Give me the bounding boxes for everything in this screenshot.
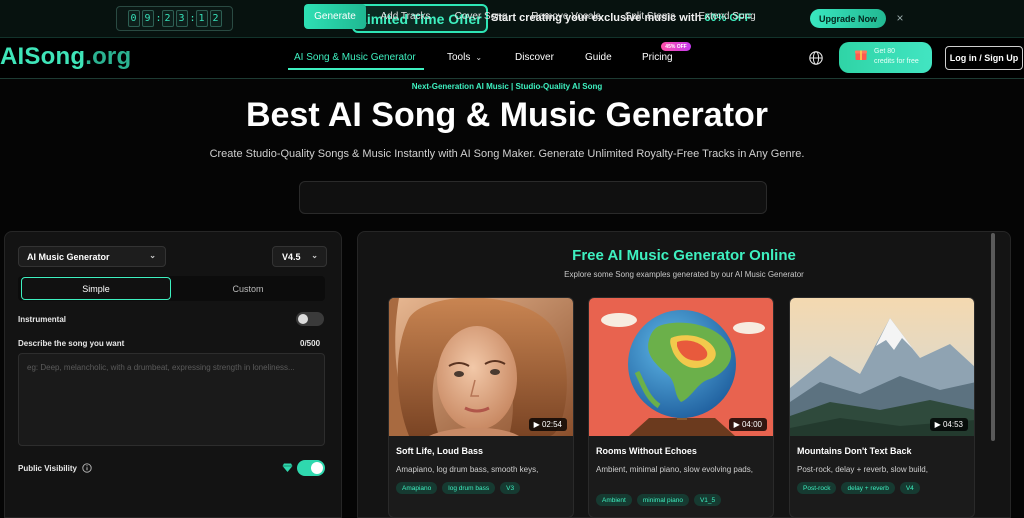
duration-badge: ▶ 04:53 <box>929 418 968 431</box>
timer-digit: 2 <box>209 10 222 27</box>
song-tag[interactable]: delay + reverb <box>841 482 895 494</box>
logo-main: AISong <box>0 43 86 70</box>
model-select[interactable]: AI Music Generator ⌄ <box>18 246 166 267</box>
instrumental-toggle[interactable] <box>296 312 324 326</box>
public-visibility-toggle[interactable] <box>297 460 325 476</box>
tag-list: Ambient minimal piano V1_5 <box>596 494 722 506</box>
timer-digit: 2 <box>161 10 174 27</box>
nav-item-ai-song-generator[interactable]: AI Song & Music Generator <box>294 52 416 63</box>
song-title: Mountains Don't Text Back <box>797 446 912 456</box>
visibility-label: Public Visibility <box>18 464 77 473</box>
examples-subtitle: Explore some Song examples generated by … <box>564 270 804 279</box>
login-signup-button[interactable]: Log in / Sign Up <box>945 46 1023 70</box>
instrumental-label: Instrumental <box>18 315 67 324</box>
timer-digit: 0 <box>127 10 140 27</box>
nav-item-tools-label: Tools <box>447 52 471 63</box>
pricing-discount-badge: 45% OFF <box>661 42 691 51</box>
nav-item-tools[interactable]: Tools ⌄ <box>447 52 482 63</box>
duration-value: 04:53 <box>942 420 963 429</box>
credits-line-2: credits for free <box>874 58 919 65</box>
song-description-input[interactable] <box>18 353 325 446</box>
tab-split-stems[interactable]: Split Stems <box>615 4 685 29</box>
diamond-icon <box>282 463 293 472</box>
version-select[interactable]: V4.5 ⌄ <box>272 246 327 267</box>
play-icon: ▶ <box>934 420 941 429</box>
chevron-down-icon: ⌄ <box>149 251 156 260</box>
version-select-value: V4.5 <box>282 251 301 262</box>
song-tag[interactable]: minimal piano <box>636 494 689 506</box>
describe-label: Describe the song you want <box>18 339 125 348</box>
song-card[interactable]: ▶ 02:54 Soft Life, Loud Bass Amapiano, l… <box>388 297 574 518</box>
nav-item-guide[interactable]: Guide <box>585 52 612 63</box>
nav-active-indicator <box>288 68 424 70</box>
timer-separator: : <box>155 13 162 24</box>
duration-badge: ▶ 02:54 <box>528 418 567 431</box>
timer-digit: 1 <box>195 10 208 27</box>
song-cover-image <box>790 298 974 436</box>
song-cover-image <box>589 298 773 436</box>
model-select-value: AI Music Generator <box>27 251 110 262</box>
tab-cover-song[interactable]: Cover Song <box>446 4 516 29</box>
song-description: Amapiano, log drum bass, smooth keys, <box>396 465 539 474</box>
nav-item-discover[interactable]: Discover <box>515 52 554 63</box>
toggle-knob <box>311 462 323 474</box>
timer-separator: : <box>189 13 196 24</box>
toggle-knob <box>298 314 308 324</box>
feature-tabs <box>299 181 767 214</box>
logo-tld: .org <box>85 43 132 70</box>
song-tag[interactable]: log drum bass <box>442 482 496 494</box>
song-tag[interactable]: Post-rock <box>797 482 837 494</box>
duration-value: 02:54 <box>541 420 562 429</box>
gift-icon <box>855 50 867 60</box>
song-tag[interactable]: V3 <box>500 482 521 494</box>
song-tag[interactable]: Ambient <box>596 494 632 506</box>
song-card[interactable]: ▶ 04:00 Rooms Without Echoes Ambient, mi… <box>588 297 774 518</box>
song-tag[interactable]: V4 <box>899 482 920 494</box>
examples-title: Free AI Music Generator Online <box>572 247 796 264</box>
nav-item-pricing[interactable]: Pricing <box>642 52 673 63</box>
song-description: Ambient, minimal piano, slow evolving pa… <box>596 465 753 474</box>
play-icon: ▶ <box>733 420 740 429</box>
song-cover-image <box>389 298 573 436</box>
upgrade-now-button[interactable]: Upgrade Now <box>810 9 886 28</box>
chevron-down-icon: ⌄ <box>311 251 318 260</box>
mode-custom-button[interactable]: Custom <box>173 277 323 300</box>
hero-subtitle: Create Studio-Quality Songs & Music Inst… <box>209 148 805 160</box>
duration-value: 04:00 <box>741 420 762 429</box>
song-tag[interactable]: Amapiano <box>396 482 438 494</box>
tab-generate[interactable]: Generate <box>304 4 366 29</box>
duration-badge: ▶ 04:00 <box>728 418 767 431</box>
play-icon: ▶ <box>533 420 540 429</box>
hero-tagline: Next-Generation AI Music | Studio-Qualit… <box>411 82 603 91</box>
song-tag[interactable]: V1_5 <box>693 494 722 506</box>
timer-digit: 9 <box>141 10 154 27</box>
globe-icon[interactable] <box>808 50 824 66</box>
tag-list: Amapiano log drum bass V3 <box>396 482 521 494</box>
timer-digit: 3 <box>175 10 188 27</box>
credits-line-1: Get 80 <box>874 48 896 55</box>
site-logo[interactable]: AISong.org <box>0 43 131 71</box>
info-icon[interactable] <box>82 463 92 473</box>
tab-extend-song[interactable]: Extend Song <box>692 4 762 29</box>
tab-remove-vocals[interactable]: Remove Vocals <box>525 4 607 29</box>
song-card[interactable]: ▶ 04:53 Mountains Don't Text Back Post-r… <box>789 297 975 518</box>
page-title: Best AI Song & Music Generator <box>245 96 769 134</box>
top-navigation: AISong.org AI Song & Music Generator Too… <box>0 38 1024 79</box>
chevron-down-icon: ⌄ <box>475 53 483 62</box>
close-icon[interactable]: × <box>894 11 906 25</box>
countdown-timer: 0 9 : 2 3 : 1 2 <box>116 6 233 31</box>
tab-add-tracks[interactable]: Add Tracks <box>372 4 439 29</box>
panel-scrollbar[interactable] <box>991 233 995 441</box>
song-description: Post-rock, delay + reverb, slow build, <box>797 465 928 474</box>
tag-list: Post-rock delay + reverb V4 <box>797 482 920 494</box>
char-count: 0/500 <box>300 339 321 348</box>
song-title: Rooms Without Echoes <box>596 446 697 456</box>
song-title: Soft Life, Loud Bass <box>396 446 484 456</box>
mode-simple-button[interactable]: Simple <box>21 277 171 300</box>
